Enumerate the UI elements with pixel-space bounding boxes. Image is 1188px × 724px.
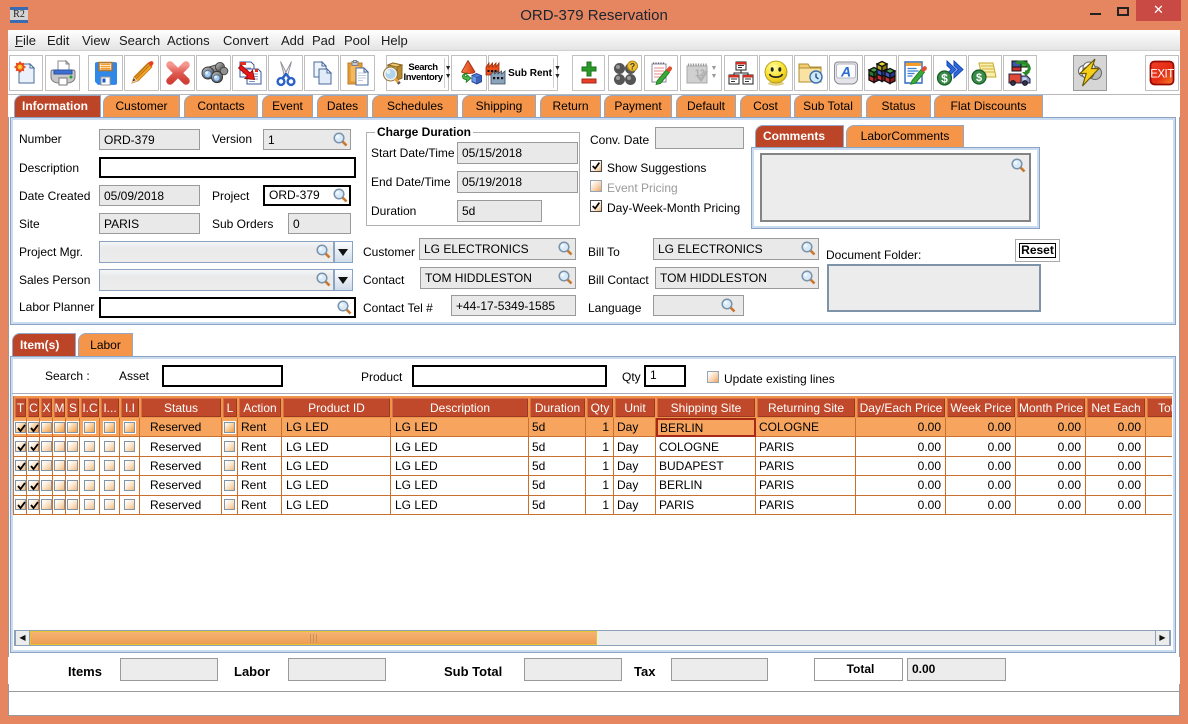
svg-text:$: $ xyxy=(976,72,982,84)
svg-text:$: $ xyxy=(941,72,948,86)
svg-text:EXIT: EXIT xyxy=(1150,69,1174,81)
svg-text:?: ? xyxy=(630,62,636,72)
svg-text:A: A xyxy=(840,64,851,80)
